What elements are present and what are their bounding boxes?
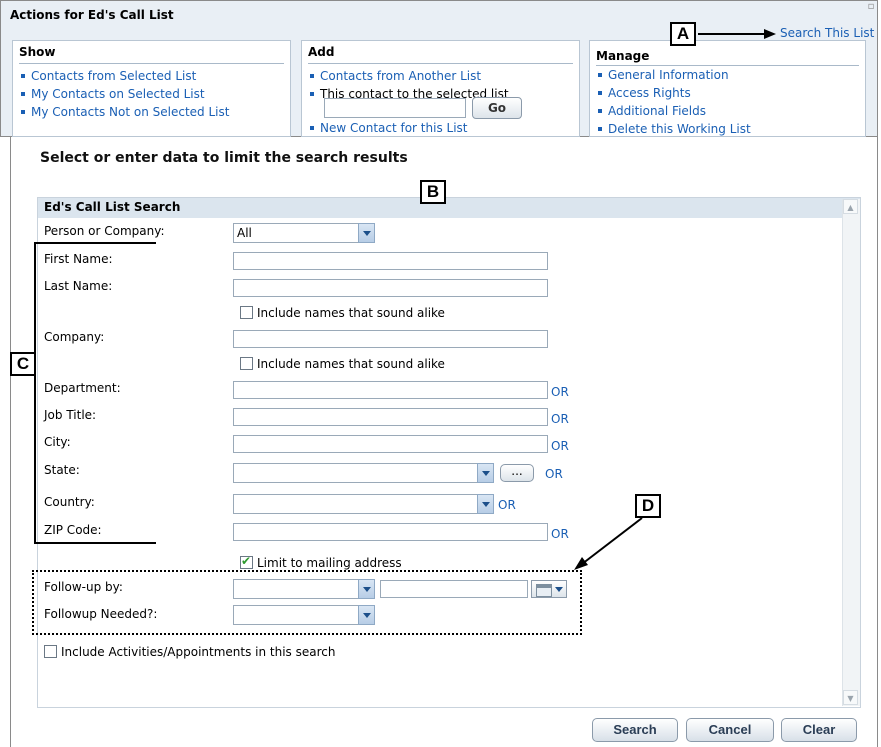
person-or-company-value: All [237,226,252,240]
first-name-input[interactable] [233,252,548,270]
followup-by-select[interactable] [233,579,375,599]
manage-section: Manage General Information Access Rights… [589,40,866,137]
divider [19,63,284,64]
bullet-icon [21,109,25,114]
sound-alike-company-checkbox[interactable] [240,357,253,370]
add-section: Add Contacts from Another List This cont… [301,40,580,137]
bullet-icon [310,91,314,96]
callout-c-bracket [34,242,36,544]
callout-a: A [670,22,696,46]
callout-b: B [420,180,446,204]
city-or-toggle[interactable]: OR [551,439,569,453]
zip-code-or-toggle[interactable]: OR [551,527,569,541]
chevron-down-icon[interactable] [477,494,494,514]
bullet-icon [21,91,25,96]
go-button[interactable]: Go [472,97,522,119]
scroll-down-icon[interactable]: ▼ [843,690,858,705]
country-or-toggle[interactable]: OR [498,498,516,512]
state-or-toggle[interactable]: OR [545,467,563,481]
country-select[interactable] [233,494,494,514]
city-label: City: [44,435,71,449]
callout-c-bracket-bottom [34,542,156,544]
department-or-toggle[interactable]: OR [551,385,569,399]
followup-needed-select[interactable] [233,605,375,625]
show-my-contacts-on-list-link[interactable]: My Contacts on Selected List [31,87,205,101]
limit-mailing-checkbox[interactable] [240,554,253,569]
scroll-up-icon[interactable]: ▫ [864,0,878,14]
show-contacts-from-selected-list-link[interactable]: Contacts from Selected List [31,69,196,83]
show-heading: Show [19,45,56,59]
vertical-scrollbar[interactable] [842,199,860,706]
delete-working-list-link[interactable]: Delete this Working List [608,122,751,136]
city-input[interactable] [233,435,548,453]
add-contacts-from-another-list-link[interactable]: Contacts from Another List [320,69,481,83]
bullet-icon [21,73,25,78]
calendar-icon [536,584,552,597]
bullet-icon [598,90,602,95]
callout-a-arrow [698,29,776,39]
job-title-or-toggle[interactable]: OR [551,412,569,426]
page-heading: Select or enter data to limit the search… [40,150,408,166]
callout-d-arrow [574,517,643,570]
chevron-down-icon[interactable] [358,605,375,625]
include-activities-checkbox[interactable] [44,645,57,658]
limit-mailing-label: Limit to mailing address [257,556,402,570]
search-button[interactable]: Search [592,718,678,742]
chevron-down-icon [555,587,563,592]
cancel-button[interactable]: Cancel [686,718,774,742]
search-panel-title: Ed's Call List Search [44,200,181,214]
state-label: State: [44,463,80,477]
additional-fields-link[interactable]: Additional Fields [608,104,706,118]
followup-date-input[interactable] [380,580,528,598]
sound-alike-company-label: Include names that sound alike [257,357,445,371]
bullet-icon [598,108,602,113]
general-information-link[interactable]: General Information [608,68,729,82]
country-label: Country: [44,495,95,509]
show-my-contacts-not-on-list-link[interactable]: My Contacts Not on Selected List [31,105,229,119]
company-input[interactable] [233,330,548,348]
bullet-icon [598,126,602,131]
actions-panel-title: Actions for Ed's Call List [10,8,174,22]
add-heading: Add [308,45,335,59]
bullet-icon [598,72,602,77]
followup-needed-label: Followup Needed?: [44,607,158,621]
sound-alike-names-label: Include names that sound alike [257,306,445,320]
zip-code-label: ZIP Code: [44,523,102,537]
bullet-icon [310,125,314,130]
manage-heading: Manage [596,49,650,63]
calendar-picker-button[interactable] [531,580,567,598]
company-label: Company: [44,330,105,344]
person-or-company-label: Person or Company: [44,224,165,238]
first-name-label: First Name: [44,252,113,266]
job-title-input[interactable] [233,408,548,426]
show-section: Show Contacts from Selected List My Cont… [12,40,291,137]
scroll-up-icon[interactable]: ▲ [843,199,858,214]
chevron-down-icon[interactable] [477,463,494,483]
zip-code-input[interactable] [233,523,548,541]
clear-button[interactable]: Clear [781,718,857,742]
search-this-list-link[interactable]: Search This List [780,26,874,40]
add-contact-input[interactable] [324,98,466,118]
chevron-down-icon[interactable] [358,223,375,243]
access-rights-link[interactable]: Access Rights [608,86,691,100]
department-label: Department: [44,381,121,395]
include-activities-label: Include Activities/Appointments in this … [61,645,336,659]
new-contact-for-list-link[interactable]: New Contact for this List [320,121,468,135]
job-title-label: Job Title: [44,408,97,422]
chevron-down-icon[interactable] [358,579,375,599]
state-select[interactable] [233,463,494,483]
sound-alike-names-checkbox[interactable] [240,306,253,319]
bullet-icon [310,73,314,78]
last-name-input[interactable] [233,279,548,297]
callout-c: C [10,352,36,376]
followup-by-label: Follow-up by: [44,580,123,594]
last-name-label: Last Name: [44,279,113,293]
divider [308,63,573,64]
department-input[interactable] [233,381,548,399]
callout-c-bracket-top [34,242,156,244]
state-lookup-button[interactable]: ... [500,464,534,482]
person-or-company-select[interactable]: All [233,223,375,243]
